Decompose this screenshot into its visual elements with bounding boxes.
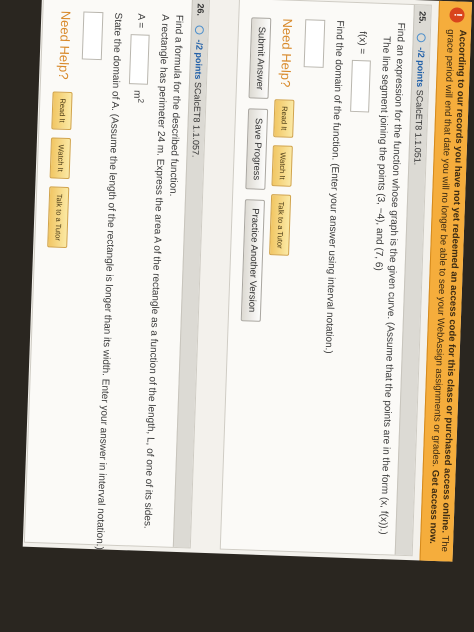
- question-source: SCalcET8 1.1.051.: [412, 89, 425, 166]
- area-unit: m2: [129, 90, 148, 103]
- domain-input[interactable]: [81, 11, 104, 61]
- area-label: A =: [135, 13, 147, 29]
- status-ring-icon: [194, 25, 205, 35]
- unit-exponent: 2: [135, 98, 146, 104]
- status-ring-icon: [416, 33, 426, 43]
- unit-text: m: [130, 89, 143, 99]
- talk-to-tutor-button[interactable]: Talk to a Tutor: [47, 186, 70, 249]
- domain-input[interactable]: [303, 19, 326, 68]
- watch-it-button[interactable]: Watch It: [49, 137, 72, 180]
- question-points: -/2 points SCalcET8 1.1.051.: [412, 47, 426, 165]
- need-help-label: Need Help?: [56, 10, 74, 80]
- talk-to-tutor-button[interactable]: Talk to a Tutor: [269, 194, 292, 256]
- practice-another-version-button[interactable]: Practice Another Version: [240, 198, 265, 322]
- question-number: 25.: [417, 11, 428, 24]
- need-help-label: Need Help?: [277, 18, 296, 88]
- question-source: SCalcET8 1.1.057.: [190, 81, 204, 158]
- question-points: -/2 points SCalcET8 1.1.057.: [190, 39, 204, 157]
- read-it-button[interactable]: Read It: [51, 91, 73, 130]
- points-link[interactable]: -/2 points: [193, 39, 204, 79]
- read-it-button[interactable]: Read It: [273, 98, 295, 138]
- banner-text: According to our records you have not ye…: [426, 29, 468, 556]
- question-number: 26.: [195, 3, 206, 17]
- question-25: 25. -/2 points SCalcET8 1.1.051. Find an…: [219, 0, 432, 557]
- fx-label: f(x) =: [356, 31, 369, 55]
- alert-icon: !: [449, 7, 465, 23]
- watch-it-button[interactable]: Watch It: [271, 144, 293, 187]
- area-input[interactable]: [128, 33, 150, 85]
- photo-frame: ! According to our records you have not …: [0, 0, 474, 632]
- question-body: Find a formula for the described functio…: [25, 0, 192, 550]
- points-link[interactable]: -/2 points: [415, 47, 426, 87]
- question-body: Find an expression for the function whos…: [221, 0, 414, 555]
- save-progress-button[interactable]: Save Progress: [245, 108, 269, 190]
- question-26: 26. -/2 points SCalcET8 1.1.057. Find a …: [23, 0, 211, 550]
- webassign-page: ! According to our records you have not …: [22, 0, 472, 562]
- submit-answer-button[interactable]: Submit Answer: [248, 17, 272, 100]
- fx-input[interactable]: [350, 59, 371, 113]
